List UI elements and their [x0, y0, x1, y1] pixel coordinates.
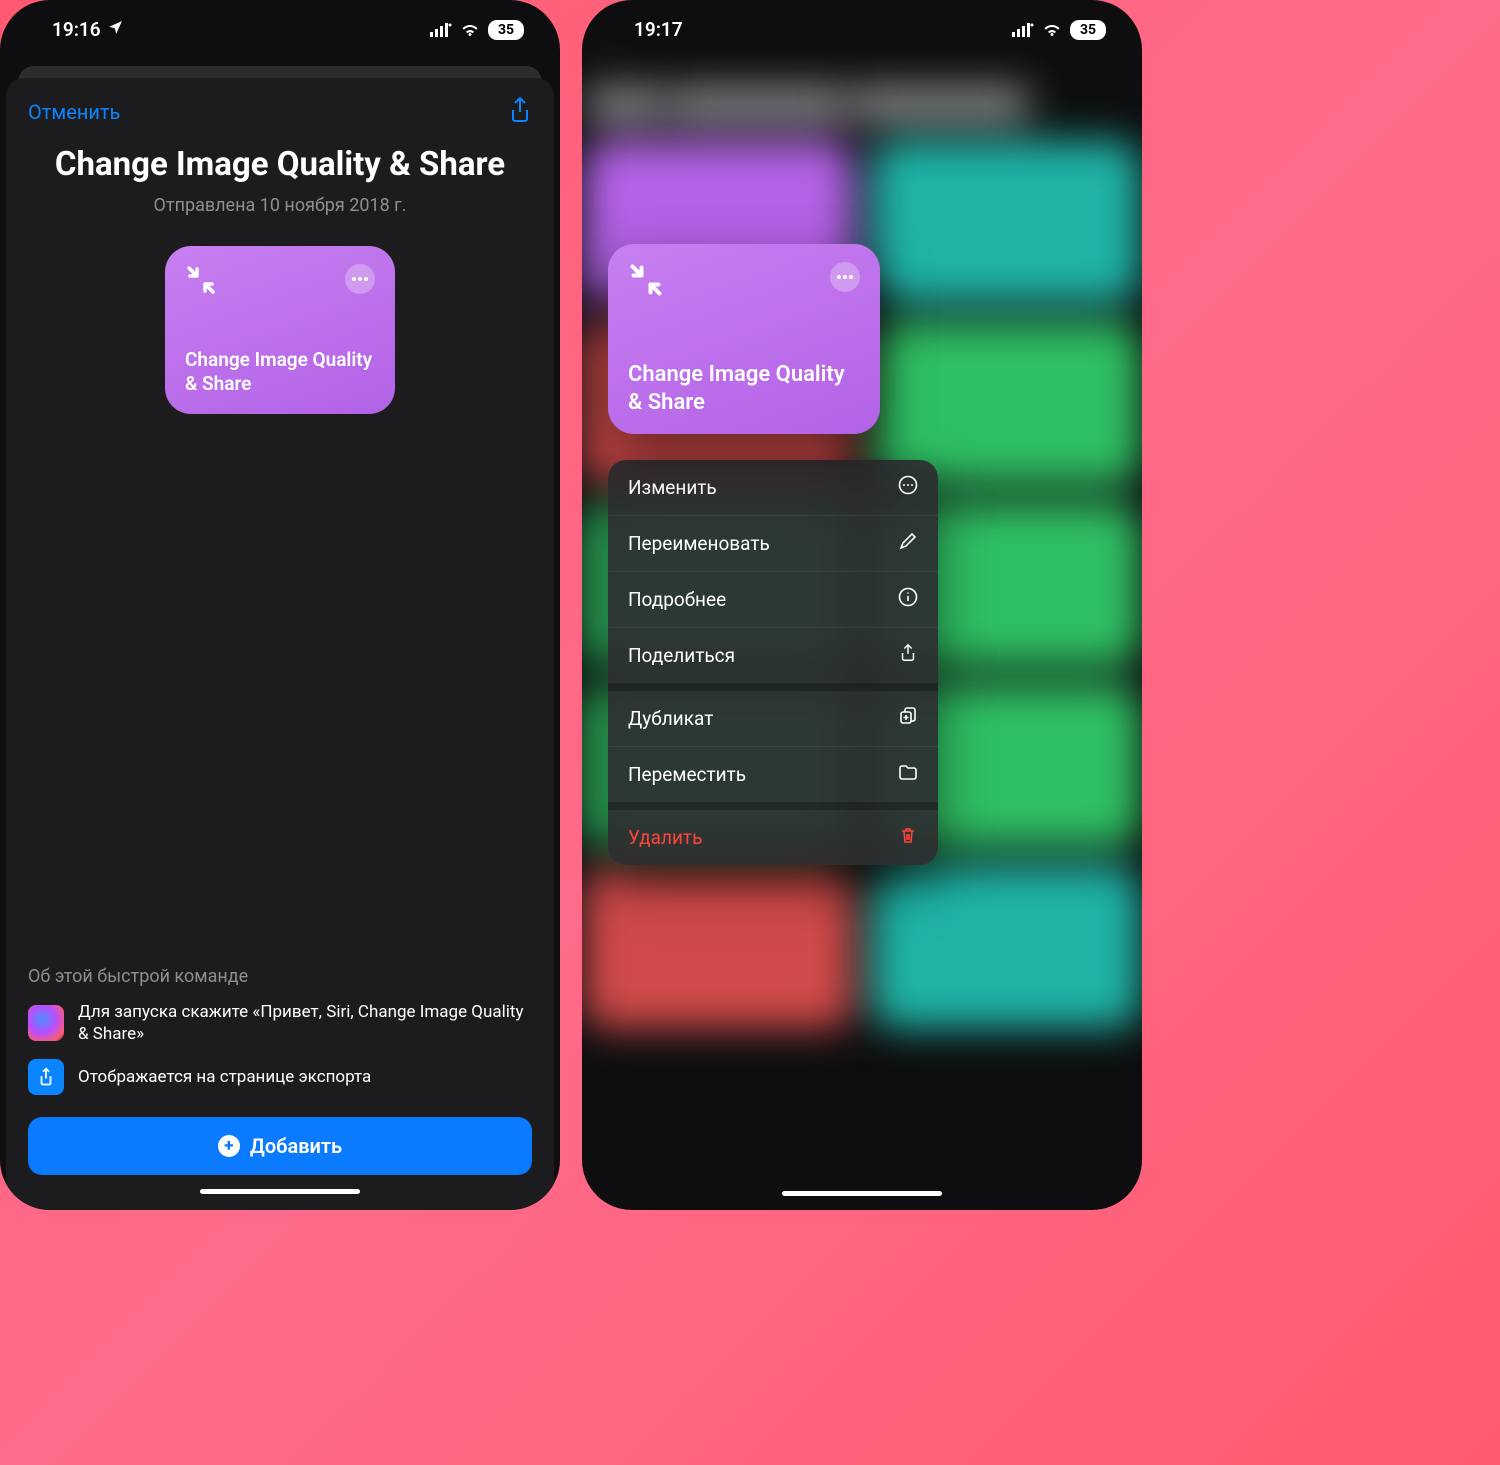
add-button[interactable]: + Добавить	[28, 1117, 532, 1175]
location-icon	[107, 18, 124, 41]
page-title: Change Image Quality & Share	[28, 146, 532, 185]
trash-icon	[898, 825, 918, 850]
share-button[interactable]	[508, 96, 532, 128]
shortcut-tile[interactable]: Change Image Quality & Share	[608, 244, 880, 434]
menu-duplicate[interactable]: Дубликат	[608, 691, 938, 747]
signal-icon	[430, 23, 452, 37]
wifi-icon	[460, 22, 480, 37]
menu-share[interactable]: Поделиться	[608, 628, 938, 683]
menu-details-label: Подробнее	[628, 588, 726, 611]
cancel-button[interactable]: Отменить	[28, 100, 120, 124]
menu-rename-label: Переименовать	[628, 532, 770, 555]
menu-separator	[608, 683, 938, 691]
info-icon	[898, 587, 918, 612]
plus-icon: +	[218, 1135, 240, 1157]
about-export-text: Отображается на странице экспорта	[78, 1066, 371, 1088]
menu-edit-label: Изменить	[628, 476, 717, 499]
menu-edit[interactable]: Изменить	[608, 460, 938, 516]
add-shortcut-sheet: Отменить Change Image Quality & Share От…	[6, 78, 554, 1210]
about-heading: Об этой быстрой команде	[28, 966, 532, 987]
home-indicator[interactable]	[782, 1191, 942, 1196]
about-siri-row: Для запуска скажите «Привет, Siri, Chang…	[28, 1001, 532, 1045]
menu-delete[interactable]: Удалить	[608, 810, 938, 865]
menu-separator	[608, 802, 938, 810]
status-time: 19:16	[52, 18, 101, 41]
tile-more-button[interactable]	[345, 264, 375, 294]
menu-details[interactable]: Подробнее	[608, 572, 938, 628]
share-icon	[898, 643, 918, 668]
status-bar: 19:16 35	[0, 0, 560, 45]
menu-delete-label: Удалить	[628, 826, 702, 849]
pencil-icon	[898, 531, 918, 556]
folder-icon	[898, 762, 918, 787]
ellipsis-circle-icon	[898, 475, 918, 500]
about-siri-text: Для запуска скажите «Привет, Siri, Chang…	[78, 1001, 532, 1045]
phone-right: 19:17 35 ◦◦◦◦◦◦ ▇▇▇ ▇▇▇▇▇▇▇ ▇▇▇▇▇▇▇	[582, 0, 1142, 1210]
collapse-icon	[185, 264, 217, 300]
menu-duplicate-label: Дубликат	[628, 707, 713, 730]
tile-more-button[interactable]	[830, 262, 860, 292]
menu-share-label: Поделиться	[628, 644, 735, 667]
siri-icon	[28, 1005, 64, 1041]
menu-move[interactable]: Переместить	[608, 747, 938, 802]
phone-left: 19:16 35 Отменить Change Image Quality &…	[0, 0, 560, 1210]
shortcut-preview-tile[interactable]: Change Image Quality & Share	[165, 246, 395, 414]
home-indicator[interactable]	[200, 1189, 360, 1194]
duplicate-icon	[898, 706, 918, 731]
tile-label: Change Image Quality & Share	[185, 348, 375, 396]
page-subtitle: Отправлена 10 ноября 2018 г.	[28, 195, 532, 216]
add-button-label: Добавить	[250, 1134, 342, 1158]
about-export-row: Отображается на странице экспорта	[28, 1059, 532, 1095]
share-icon	[28, 1059, 64, 1095]
menu-rename[interactable]: Переименовать	[608, 516, 938, 572]
context-menu: Изменить Переименовать Подробнее	[608, 460, 938, 865]
battery-level: 35	[488, 20, 524, 40]
collapse-icon	[628, 262, 664, 302]
tile-label: Change Image Quality & Share	[628, 361, 860, 416]
menu-move-label: Переместить	[628, 763, 746, 786]
